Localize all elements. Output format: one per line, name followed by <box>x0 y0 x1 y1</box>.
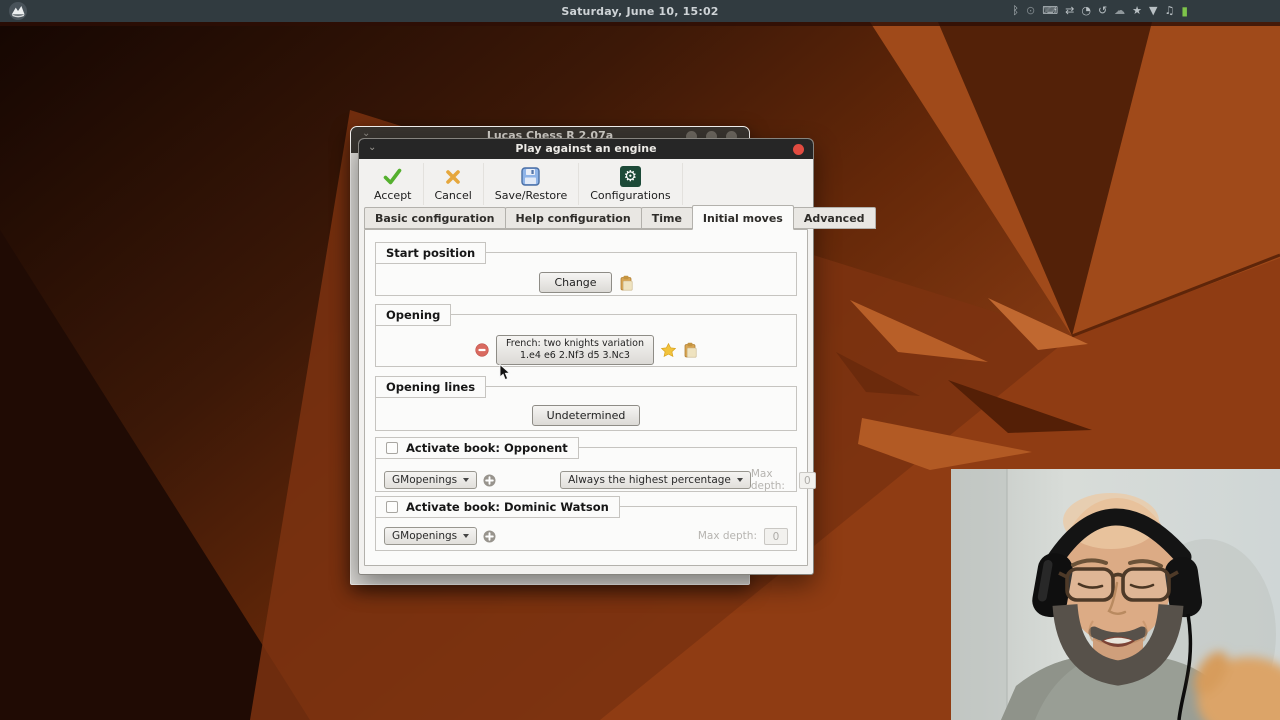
book-opponent-legend: Activate book: Opponent <box>375 437 579 459</box>
opponent-book-select[interactable]: GMopenings <box>384 471 478 489</box>
gear-icon: ⚙ <box>619 165 641 188</box>
tab-help-configuration[interactable]: Help configuration <box>504 207 642 229</box>
opening-group: Opening French: two knights variation 1.… <box>375 304 797 367</box>
start-position-legend: Start position <box>375 242 487 264</box>
book-opponent-group: Activate book: Opponent GMopenings Alway… <box>375 437 816 492</box>
opening-name: French: two knights variation <box>505 338 645 349</box>
tab-basic-configuration[interactable]: Basic configuration <box>364 207 506 229</box>
dialog-toolbar: Accept Cancel Save/Restore ⚙ Configurati… <box>359 159 813 205</box>
dialog-tabs: Basic configuration Help configuration T… <box>359 205 876 230</box>
music-icon[interactable]: ♫ <box>1165 0 1175 22</box>
start-position-group: Start position Change <box>375 242 797 296</box>
opening-lines-group: Opening lines Undetermined <box>375 376 797 431</box>
max-depth-input[interactable]: 0 <box>764 527 788 545</box>
bluetooth-icon[interactable]: ᛒ <box>1012 0 1019 22</box>
favorite-star-icon[interactable] <box>661 342 677 357</box>
opening-value-button[interactable]: French: two knights variation 1.e4 e6 2.… <box>495 335 655 365</box>
chevron-down-icon <box>463 478 470 482</box>
activate-book-player-checkbox[interactable] <box>386 501 398 513</box>
tab-time[interactable]: Time <box>640 207 693 229</box>
tab-initial-moves[interactable]: Initial moves <box>691 205 794 230</box>
undetermined-button[interactable]: Undetermined <box>531 405 641 426</box>
max-depth-label: Max depth: <box>750 468 785 492</box>
floppy-icon <box>521 165 541 188</box>
chevron-down-icon <box>463 534 470 538</box>
configurations-label: Configurations <box>590 189 671 202</box>
keyboard-icon[interactable]: ⌨ <box>1042 0 1058 22</box>
chevron-down-icon <box>736 478 743 482</box>
clipboard-icon[interactable] <box>619 275 633 291</box>
opening-lines-legend: Opening lines <box>375 376 487 398</box>
cancel-label: Cancel <box>434 189 472 202</box>
desktop: ⌄ Lucas Chess R 2.07a ⌄ Play against an … <box>0 0 1280 720</box>
dialog-title: Play against an engine <box>515 142 657 155</box>
mouse-icon[interactable]: ⊙ <box>1026 0 1035 22</box>
add-book-button[interactable] <box>483 530 496 543</box>
save-restore-label: Save/Restore <box>494 189 568 202</box>
sync-icon[interactable]: ⇄ <box>1065 0 1074 22</box>
star-icon[interactable]: ★ <box>1132 0 1142 22</box>
activate-book-opponent-checkbox[interactable] <box>386 442 398 454</box>
book-player-group: Activate book: Dominic Watson GMopenings… <box>375 496 797 551</box>
book-player-legend: Activate book: Dominic Watson <box>375 496 620 518</box>
mouse-cursor <box>499 364 511 381</box>
cancel-button[interactable]: Cancel <box>424 163 484 205</box>
clipboard-icon[interactable] <box>683 342 697 358</box>
system-tray: ᛒ ⊙ ⌨ ⇄ ◔ ↺ ☁ ★ ▼ ♫ ▮ <box>1012 0 1188 22</box>
top-panel: Saturday, June 10, 15:02 ᛒ ⊙ ⌨ ⇄ ◔ ↺ ☁ ★… <box>0 0 1280 22</box>
opening-moves: 1.e4 e6 2.Nf3 d5 3.Nc3 <box>519 349 630 361</box>
network-icon[interactable]: ◔ <box>1081 0 1091 22</box>
dialog-titlebar[interactable]: ⌄ Play against an engine <box>359 139 813 159</box>
tab-advanced[interactable]: Advanced <box>792 207 876 229</box>
add-book-button[interactable] <box>483 474 496 487</box>
opening-legend: Opening <box>375 304 452 326</box>
save-restore-button[interactable]: Save/Restore <box>484 163 580 205</box>
refresh-icon[interactable]: ↺ <box>1098 0 1107 22</box>
accept-button[interactable]: Accept <box>363 163 424 205</box>
configurations-button[interactable]: ⚙ Configurations <box>579 163 683 205</box>
book-mode-select[interactable]: Always the highest percentage <box>560 471 751 489</box>
wifi-icon[interactable]: ▼ <box>1149 0 1157 22</box>
battery-icon[interactable]: ▮ <box>1181 0 1188 22</box>
webcam-overlay <box>951 469 1280 720</box>
max-depth-label: Max depth: <box>697 530 757 542</box>
play-against-engine-dialog: ⌄ Play against an engine Accept Cancel S… <box>358 138 876 575</box>
chevron-down-icon: ⌄ <box>368 142 377 153</box>
close-icon[interactable] <box>793 144 804 155</box>
accept-label: Accept <box>374 189 412 202</box>
max-depth-input[interactable]: 0 <box>798 471 816 489</box>
player-book-select[interactable]: GMopenings <box>384 527 478 545</box>
x-icon <box>445 165 461 188</box>
change-button[interactable]: Change <box>539 272 612 293</box>
remove-icon[interactable] <box>475 343 489 357</box>
cloud-icon[interactable]: ☁ <box>1114 0 1125 22</box>
check-icon <box>383 165 402 188</box>
initial-moves-panel: Start position Change Opening French: tw… <box>364 229 816 566</box>
